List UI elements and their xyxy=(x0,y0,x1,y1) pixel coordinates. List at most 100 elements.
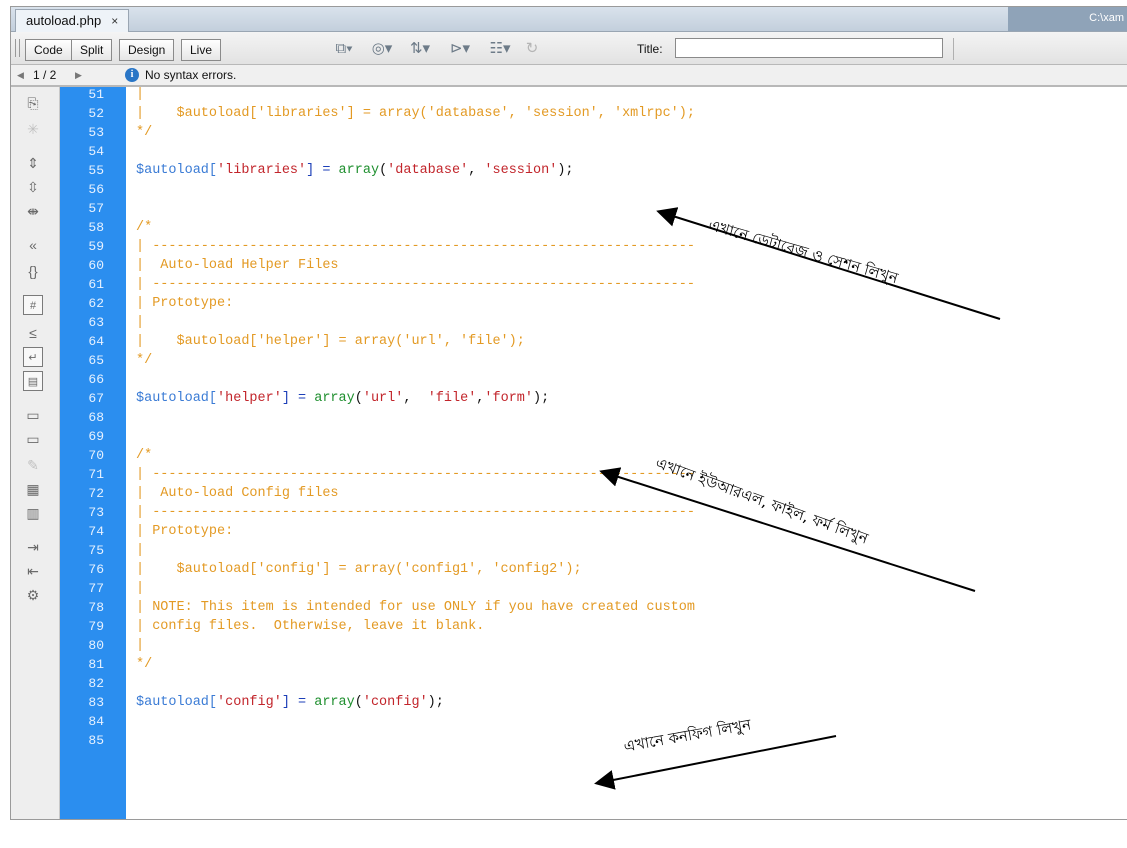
line-number: 82 xyxy=(88,676,104,691)
code-line: | xyxy=(136,581,145,596)
line-number: 84 xyxy=(88,714,104,729)
split-view-button[interactable]: Split xyxy=(71,39,113,61)
line-number: 85 xyxy=(88,733,104,748)
refresh-icon[interactable]: ↻ xyxy=(519,38,545,60)
code-view-button[interactable]: Code xyxy=(25,39,72,61)
line-number: 55 xyxy=(88,163,104,178)
title-input[interactable] xyxy=(675,38,943,58)
multiscreen-icon[interactable]: ⧉▾ xyxy=(331,38,357,60)
code-token: 'config' xyxy=(217,695,282,710)
tab-filename: autoload.php xyxy=(26,13,102,28)
line-number: 52 xyxy=(88,106,104,121)
code-token: 'database' xyxy=(387,163,469,178)
line-number: 76 xyxy=(88,562,104,577)
highlight-invalid-code-icon[interactable]: ≤ xyxy=(23,323,43,343)
code-token: ] = xyxy=(281,391,315,406)
code-token: array xyxy=(314,695,355,710)
code-token: array xyxy=(338,163,380,178)
code-token: $autoload[ xyxy=(136,695,218,710)
code-line: | Prototype: xyxy=(136,296,234,311)
line-number: 61 xyxy=(88,277,104,292)
code-line: | xyxy=(136,543,145,558)
recent-snippets-icon[interactable]: ▦ xyxy=(23,479,43,499)
code-token: 'session' xyxy=(484,163,558,178)
outdent-code-icon[interactable]: ⇤ xyxy=(23,561,43,581)
line-number: 83 xyxy=(88,695,104,710)
collapse-tag-icon[interactable]: ⇕ xyxy=(23,153,43,173)
code-token: 'config' xyxy=(362,695,428,710)
line-number: 71 xyxy=(88,467,104,482)
check-page-icon[interactable]: ⊳▾ xyxy=(447,38,473,60)
select-parent-tag-icon[interactable]: « xyxy=(23,235,43,255)
show-code-navigator-icon[interactable]: ✳ xyxy=(23,119,43,139)
code-token: $autoload[ xyxy=(136,391,218,406)
previous-arrow-icon[interactable]: ◀ xyxy=(17,65,24,85)
file-path: C:\xam xyxy=(1089,12,1124,24)
code-editor[interactable]: | | $autoload['libraries'] = array('data… xyxy=(126,87,1127,819)
word-wrap-icon[interactable]: ↵ xyxy=(23,347,43,367)
visual-aids-icon[interactable]: ☷▾ xyxy=(487,38,513,60)
code-token: ] = xyxy=(281,695,315,710)
document-toolbar: Code Split Design Live ⧉▾ ◎▾ ⇅▾ ⊳▾ ☷▾ ↻ … xyxy=(11,32,1127,65)
move-css-icon[interactable]: ▥ xyxy=(23,503,43,523)
line-number: 78 xyxy=(88,600,104,615)
code-token: , xyxy=(403,391,428,406)
code-token: ( xyxy=(354,391,363,406)
code-line: /* xyxy=(136,448,153,463)
line-number: 53 xyxy=(88,125,104,140)
code-token: ); xyxy=(557,163,574,178)
line-number: 56 xyxy=(88,182,104,197)
toolbar-grip xyxy=(15,39,20,57)
line-number: 60 xyxy=(88,258,104,273)
balance-braces-icon[interactable]: {} xyxy=(23,261,43,281)
code-line-helper: $autoload['helper'] = array('url', 'file… xyxy=(136,391,549,406)
line-number-gutter: 51 52 53 54 55 56 57 58 59 60 61 62 63 6… xyxy=(60,87,126,819)
next-arrow-icon[interactable]: ▶ xyxy=(75,65,82,85)
code-line: | config files. Otherwise, leave it blan… xyxy=(136,619,485,634)
info-icon: i xyxy=(125,68,139,82)
line-number: 69 xyxy=(88,429,104,444)
coding-toolbar: ⎘ ✳ ⇕ ⇳ ⇼ « {} # ≤ ↵ ▤ ▭ ▭ ✎ ▦ ▥ ⇥ ⇤ ⚙ xyxy=(11,87,60,819)
design-view-button[interactable]: Design xyxy=(119,39,175,61)
page-indicator: 1 / 2 xyxy=(33,68,57,82)
format-source-code-icon[interactable]: ⚙ xyxy=(23,585,43,605)
code-token: 'file' xyxy=(427,391,477,406)
toolbar-divider xyxy=(953,38,954,60)
syntax-status: No syntax errors. xyxy=(145,68,237,82)
line-number: 68 xyxy=(88,410,104,425)
document-tab[interactable]: autoload.php × xyxy=(15,9,130,32)
code-token: 'libraries' xyxy=(217,163,307,178)
document-tab-bar: autoload.php × C:\xam xyxy=(11,7,1127,32)
code-line: | --------------------------------------… xyxy=(136,277,695,292)
code-line: | Auto-load Config files xyxy=(136,486,339,501)
remove-comment-icon[interactable]: ▭ xyxy=(23,429,43,449)
code-line-config: $autoload['config'] = array('config'); xyxy=(136,695,444,710)
code-line: | --------------------------------------… xyxy=(136,467,695,482)
code-line: | $autoload['config'] = array('config1',… xyxy=(136,562,582,577)
line-numbers-icon[interactable]: # xyxy=(23,295,43,315)
code-line: */ xyxy=(136,353,153,368)
line-number: 51 xyxy=(88,87,104,102)
line-number: 58 xyxy=(88,220,104,235)
code-status-bar: ◀ 1 / 2 ▶ i No syntax errors. xyxy=(11,65,1127,87)
syntax-coloring-icon[interactable]: ▤ xyxy=(23,371,43,391)
line-number: 75 xyxy=(88,543,104,558)
code-token: ( xyxy=(379,163,388,178)
code-line: | xyxy=(136,87,145,102)
code-line: | xyxy=(136,315,145,330)
indent-code-icon[interactable]: ⇥ xyxy=(23,537,43,557)
line-number: 66 xyxy=(88,372,104,387)
line-number: 77 xyxy=(88,581,104,596)
wrap-tag-icon[interactable]: ✎ xyxy=(23,455,43,475)
collapse-selection-icon[interactable]: ⇳ xyxy=(23,177,43,197)
expand-all-icon[interactable]: ⇼ xyxy=(23,201,43,221)
apply-comment-icon[interactable]: ▭ xyxy=(23,405,43,425)
preview-browser-icon[interactable]: ◎▾ xyxy=(369,38,395,60)
open-documents-icon[interactable]: ⎘ xyxy=(23,93,43,113)
code-token: 'helper' xyxy=(217,391,282,406)
code-line-libraries: $autoload['libraries'] = array('database… xyxy=(136,163,574,178)
file-management-icon[interactable]: ⇅▾ xyxy=(407,38,433,60)
live-view-button[interactable]: Live xyxy=(181,39,222,61)
title-label: Title: xyxy=(637,42,663,56)
close-icon[interactable]: × xyxy=(111,10,118,32)
